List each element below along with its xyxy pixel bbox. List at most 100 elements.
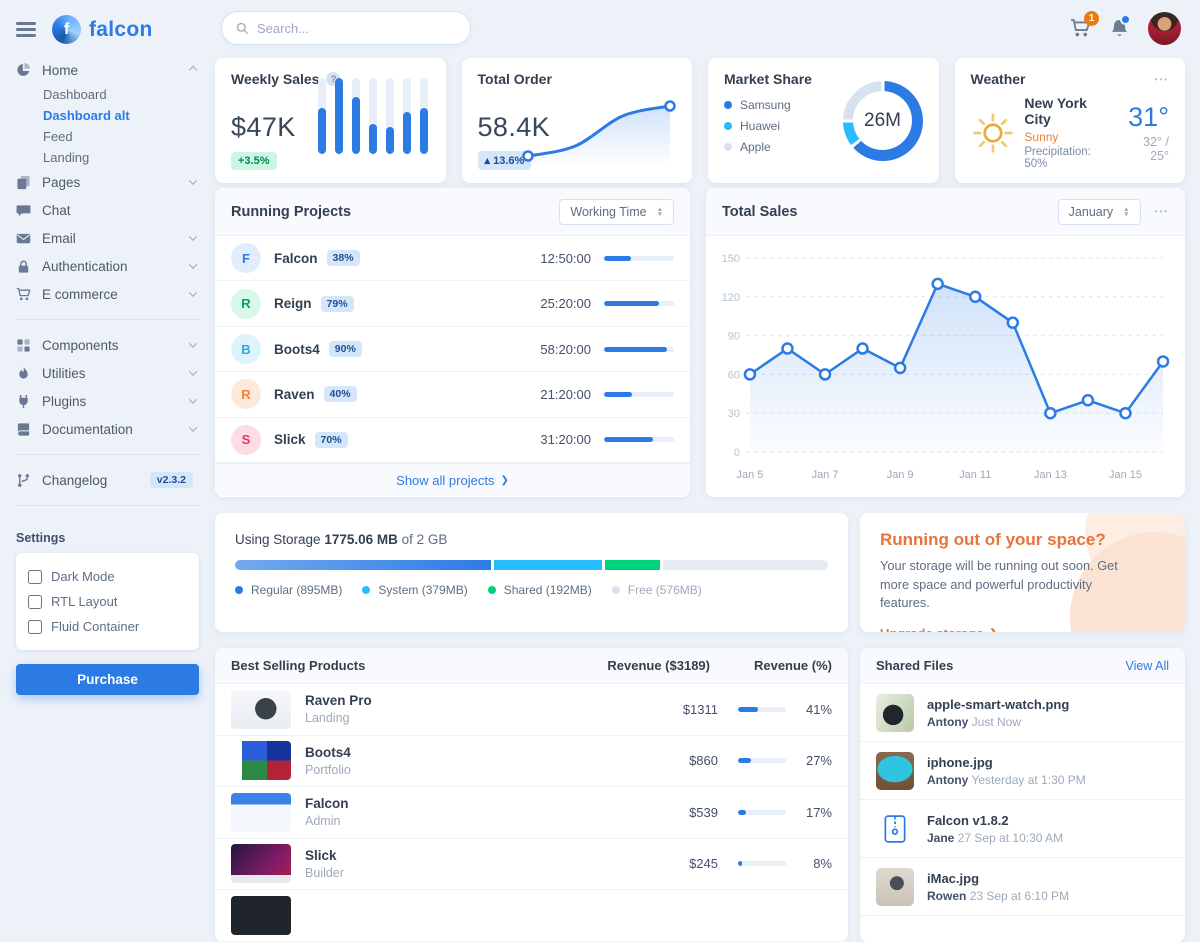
brand-name: falcon <box>89 18 153 42</box>
best-selling-card: Best Selling Products Revenue ($3189) Re… <box>215 648 848 942</box>
legend-dot <box>488 586 496 594</box>
brand-row: f falcon <box>0 0 215 52</box>
sidebar-item-label: Feed <box>43 129 201 144</box>
shared-files-list: apple-smart-watch.pngAntony Just Nowipho… <box>860 684 1185 916</box>
file-item-iphone-jpg[interactable]: iphone.jpgAntony Yesterday at 1:30 PM <box>860 742 1185 800</box>
project-name: Raven <box>274 387 315 402</box>
kebab-menu-icon[interactable]: ••• <box>1155 207 1169 216</box>
weekly-bar <box>420 78 428 154</box>
kpi-row: Weekly Sales? $47K +3.5% Total Order 58.… <box>215 58 1185 172</box>
view-all-link[interactable]: View All <box>1125 659 1169 673</box>
toggle-dark-mode[interactable]: Dark Mode <box>28 564 187 589</box>
project-row-slick[interactable]: SSlick70%31:20:00 <box>215 418 690 463</box>
file-item-imac-jpg[interactable]: iMac.jpgRowen 23 Sep at 6:10 PM <box>860 858 1185 916</box>
search-bar[interactable] <box>221 11 471 45</box>
product-price: $539 <box>654 805 718 820</box>
sidebar-item-label: Changelog <box>42 473 139 488</box>
project-time: 12:50:00 <box>540 251 591 266</box>
chevron-down-icon <box>189 232 197 240</box>
sidebar-item-plugins[interactable]: Plugins <box>16 387 201 415</box>
product-thumbnail <box>231 844 291 883</box>
sidebar-item-chat[interactable]: Chat <box>16 196 201 224</box>
rtl-layout-checkbox[interactable] <box>28 595 42 609</box>
legend-label: Huawei <box>740 119 780 133</box>
storage-legend-free: Free (576MB) <box>612 583 702 597</box>
legend-dot <box>362 586 370 594</box>
product-info: SlickBuilder <box>305 848 654 880</box>
product-category: Landing <box>305 711 654 725</box>
lock-icon <box>16 259 31 274</box>
shared-files-title: Shared Files <box>876 658 1125 673</box>
sidebar-item-email[interactable]: Email <box>16 224 201 252</box>
total-sales-chart: 0306090120150Jan 5Jan 7Jan 9Jan 11Jan 13… <box>706 236 1185 493</box>
project-progress-bar <box>604 437 674 442</box>
sidebar-item-authentication[interactable]: Authentication <box>16 252 201 280</box>
upgrade-storage-link[interactable]: Upgrade storage❯ <box>880 626 998 632</box>
product-row <box>215 890 848 942</box>
sidebar-item-home[interactable]: Home <box>16 56 201 84</box>
project-row-falcon[interactable]: FFalcon38%12:50:00 <box>215 236 690 281</box>
brand-logo[interactable]: f falcon <box>52 15 153 44</box>
best-selling-header: Best Selling Products Revenue ($3189) Re… <box>215 648 848 684</box>
product-progress-bar <box>738 810 786 815</box>
weekly-bar <box>386 78 394 154</box>
weather-card: Weather••• New York City Sunny Precipita… <box>955 58 1186 183</box>
svg-text:Jan 15: Jan 15 <box>1109 469 1142 481</box>
project-time: 58:20:00 <box>540 342 591 357</box>
sidebar-item-changelog[interactable]: Changelogv2.3.2 <box>16 466 201 494</box>
project-row-boots4[interactable]: BBoots490%58:20:00 <box>215 327 690 372</box>
svg-text:150: 150 <box>722 253 740 265</box>
sidebar-item-utilities[interactable]: Utilities <box>16 359 201 387</box>
notifications-button[interactable] <box>1109 18 1130 39</box>
file-item-apple-smart-watch-png[interactable]: apple-smart-watch.pngAntony Just Now <box>860 684 1185 742</box>
code-branch-icon <box>16 473 31 488</box>
chevron-down-icon <box>189 423 197 431</box>
file-item-falcon-v1-8-2[interactable]: Falcon v1.8.2Jane 27 Sep at 10:30 AM <box>860 800 1185 858</box>
sidebar-item-documentation[interactable]: Documentation <box>16 415 201 443</box>
topbar-actions: 1 <box>1070 12 1181 45</box>
search-input[interactable] <box>257 21 456 36</box>
col-revenue-pct-label: Revenue (%) <box>710 658 832 673</box>
purchase-button[interactable]: Purchase <box>16 664 199 695</box>
sidebar-item-pages[interactable]: Pages <box>16 168 201 196</box>
user-avatar[interactable] <box>1148 12 1181 45</box>
file-time: Just Now <box>972 715 1021 729</box>
toggle-fluid-container[interactable]: Fluid Container <box>28 614 187 639</box>
working-time-select[interactable]: Working Time▲▼ <box>559 199 674 225</box>
sidebar-item-feed[interactable]: Feed <box>16 126 201 147</box>
product-info: Boots4Portfolio <box>305 745 654 777</box>
sidebar-item-e-commerce[interactable]: E commerce <box>16 280 201 308</box>
envelope-icon <box>16 231 31 246</box>
legend-dot <box>724 122 732 130</box>
project-row-raven[interactable]: RRaven40%21:20:00 <box>215 372 690 417</box>
legend-dot <box>235 586 243 594</box>
sidebar-item-landing[interactable]: Landing <box>16 147 201 168</box>
dark-mode-checkbox[interactable] <box>28 570 42 584</box>
kebab-menu-icon[interactable]: ••• <box>1155 75 1169 84</box>
toggle-rtl-layout[interactable]: RTL Layout <box>28 589 187 614</box>
sidebar-item-dashboard-alt[interactable]: Dashboard alt <box>16 105 201 126</box>
settings-card: Dark ModeRTL LayoutFluid Container <box>16 553 199 650</box>
project-progress-badge: 79% <box>321 296 354 312</box>
sidebar: f falcon HomeDashboardDashboard alt Feed L… <box>0 0 215 900</box>
cart-button[interactable]: 1 <box>1070 18 1091 39</box>
sidebar-item-label: Plugins <box>42 394 179 409</box>
storage-card: Using Storage 1775.06 MB of 2 GB Regular… <box>215 513 848 632</box>
svg-text:Jan 5: Jan 5 <box>737 469 764 481</box>
sidebar-item-label: Email <box>42 231 179 246</box>
hamburger-menu-icon[interactable] <box>16 22 36 36</box>
product-thumbnail <box>231 896 291 935</box>
project-row-reign[interactable]: RReign79%25:20:00 <box>215 281 690 326</box>
market-share-total: 26M <box>853 91 912 150</box>
sort-arrows-icon: ▲▼ <box>657 207 663 217</box>
puzzle-icon <box>16 338 31 353</box>
sidebar-item-dashboard[interactable]: Dashboard <box>16 84 201 105</box>
sidebar-item-components[interactable]: Components <box>16 331 201 359</box>
month-select[interactable]: January▲▼ <box>1058 199 1141 225</box>
file-name: iphone.jpg <box>927 755 1086 770</box>
fluid-container-checkbox[interactable] <box>28 620 42 634</box>
file-meta: Rowen 23 Sep at 6:10 PM <box>927 889 1069 903</box>
show-all-projects-link[interactable]: Show all projects❯ <box>215 463 690 496</box>
total-sales-title: Total Sales <box>722 204 797 220</box>
project-avatar: B <box>231 334 261 364</box>
